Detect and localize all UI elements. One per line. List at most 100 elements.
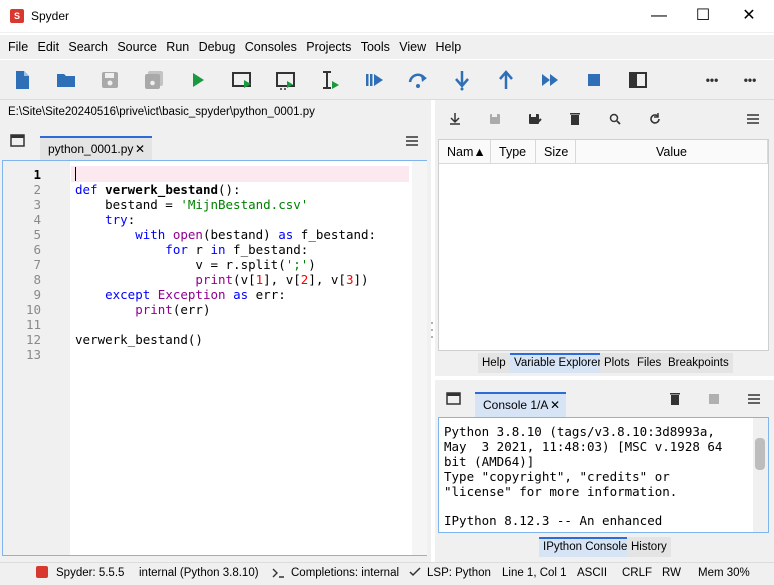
column-name-header[interactable]: Nam▲ (439, 140, 491, 164)
close-console-tab-icon[interactable]: ✕ (550, 394, 560, 416)
status-lsp[interactable]: LSP: Python (427, 566, 491, 580)
pane-options-menu-icon[interactable] (744, 110, 762, 128)
console-line: Python 3.8.10 (tags/v3.8.10:3d8993a, (444, 424, 715, 439)
step-into-icon[interactable] (450, 68, 474, 92)
token: f_bestand: (293, 227, 377, 242)
menu-edit[interactable]: Edit (35, 35, 63, 59)
new-file-icon[interactable] (10, 68, 34, 92)
console-tab-label: Console 1/A (483, 398, 549, 412)
tab-breakpoints[interactable]: Breakpoints (664, 353, 734, 373)
maximize-pane-icon[interactable] (626, 68, 650, 92)
spyder-status-icon (36, 566, 48, 578)
tab-plots[interactable]: Plots (600, 353, 635, 373)
token: bestand = (75, 197, 181, 212)
menu-consoles[interactable]: Consoles (242, 35, 300, 59)
browse-console-tabs-icon[interactable] (446, 392, 462, 406)
tab-files[interactable]: Files (633, 353, 667, 373)
editor-options-menu-icon[interactable] (404, 134, 420, 148)
splitter-handle[interactable] (430, 320, 434, 340)
code-line-7: v = r.split(';') (75, 257, 315, 272)
line-number: 5 (33, 227, 41, 242)
token: ], v[ (263, 272, 301, 287)
stop-icon[interactable] (582, 68, 606, 92)
continue-icon[interactable] (538, 68, 562, 92)
line-number: 1 (33, 167, 41, 182)
save-data-icon[interactable] (486, 110, 504, 128)
file-path-label: E:\Site\Site20240516\prive\ict\basic_spy… (8, 106, 315, 118)
more-options-icon[interactable]: ••• (700, 68, 724, 92)
run-icon[interactable] (186, 68, 210, 92)
status-memory: Mem 30% (698, 567, 750, 579)
token: (err) (172, 302, 211, 317)
import-data-icon[interactable] (446, 110, 464, 128)
status-interpreter[interactable]: internal (Python 3.8.10) (139, 566, 259, 580)
interrupt-kernel-icon[interactable] (709, 394, 719, 404)
run-cell-advance-icon[interactable] (274, 68, 298, 92)
console-scrollbar-thumb[interactable] (755, 438, 765, 470)
maximize-button[interactable]: ☐ (680, 0, 726, 32)
line-number: 10 (25, 302, 41, 317)
menu-view[interactable]: View (396, 35, 429, 59)
step-return-icon[interactable] (494, 68, 518, 92)
status-completions[interactable]: Completions: internal (291, 566, 399, 580)
line-number: 2 (33, 182, 41, 197)
token: verwerk_bestand() (75, 332, 203, 347)
line-number: 3 (33, 197, 41, 212)
tab-python-0001[interactable]: python_0001.py ✕ (40, 136, 152, 160)
token: open (172, 227, 203, 242)
remove-console-icon[interactable] (668, 392, 682, 406)
save-all-icon[interactable] (142, 68, 166, 92)
close-button[interactable]: ✕ (726, 0, 772, 32)
spyder-logo-icon: S (10, 9, 24, 23)
line-number: 12 (25, 332, 41, 347)
menu-debug[interactable]: Debug (196, 35, 239, 59)
token: (): (218, 182, 241, 197)
menu-tools[interactable]: Tools (358, 35, 393, 59)
debug-icon[interactable] (362, 68, 386, 92)
browse-tabs-icon[interactable] (10, 134, 26, 148)
minimize-button[interactable]: — (636, 0, 682, 32)
menu-source[interactable]: Source (114, 35, 160, 59)
column-size-header[interactable]: Size (536, 140, 576, 164)
search-icon[interactable] (606, 110, 624, 128)
window-title: Spyder (31, 9, 70, 23)
status-cursor-position: Line 1, Col 1 (502, 567, 567, 579)
open-folder-icon[interactable] (54, 68, 78, 92)
token: f_bestand: (225, 242, 309, 257)
editor-scrollbar[interactable] (412, 161, 427, 555)
step-over-icon[interactable] (406, 68, 430, 92)
token: verwerk_bestand (105, 182, 218, 197)
tab-variable-explorer[interactable]: Variable Explorer (510, 353, 607, 373)
tab-history[interactable]: History (627, 537, 672, 557)
save-icon[interactable] (98, 68, 122, 92)
run-selection-icon[interactable] (318, 68, 342, 92)
menu-file[interactable]: File (5, 35, 31, 59)
token: v = r.split( (75, 257, 286, 272)
token: def (75, 182, 98, 197)
code-line-4: try: (75, 212, 135, 227)
menu-bar: File Edit Search Source Run Debug Consol… (0, 35, 774, 59)
menu-run[interactable]: Run (163, 35, 192, 59)
menu-search[interactable]: Search (65, 35, 111, 59)
column-value-header[interactable]: Value (576, 140, 768, 164)
status-encoding: ASCII (577, 567, 608, 579)
console-options-menu-icon[interactable] (746, 392, 762, 406)
column-type-header[interactable]: Type (491, 140, 536, 164)
variables-table[interactable] (438, 139, 769, 351)
tab-ipython-console[interactable]: IPython Console (539, 537, 633, 557)
code-line-5: with open(bestand) as f_bestand: (75, 227, 376, 242)
console-line: bit (AMD64)] (444, 454, 535, 469)
close-tab-icon[interactable]: ✕ (135, 138, 145, 160)
refresh-icon[interactable] (646, 110, 664, 128)
more-options-icon-2[interactable]: ••• (738, 68, 762, 92)
menu-help[interactable]: Help (432, 35, 464, 59)
console-scrollbar[interactable] (753, 418, 768, 532)
line-number: 4 (33, 212, 41, 227)
run-cell-icon[interactable] (230, 68, 254, 92)
line-number: 7 (33, 257, 41, 272)
tab-help[interactable]: Help (478, 353, 511, 373)
menu-projects[interactable]: Projects (303, 35, 354, 59)
save-data-as-icon[interactable] (526, 110, 544, 128)
remove-all-variables-icon[interactable] (566, 110, 584, 128)
tab-console-1a[interactable]: Console 1/A ✕ (475, 392, 566, 417)
